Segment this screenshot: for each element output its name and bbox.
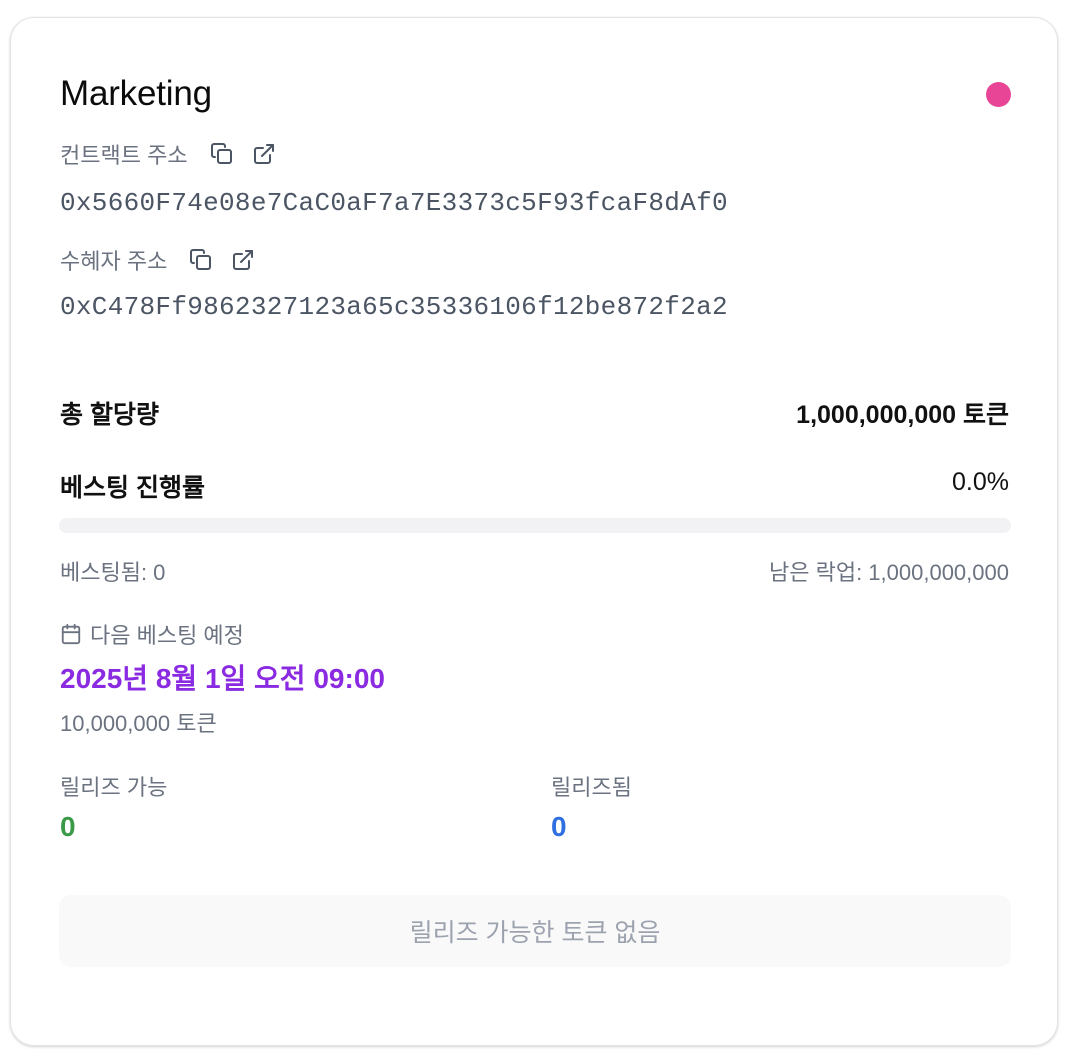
released-label: 릴리즈됨 (551, 775, 632, 800)
vested-amount: 베스팅됨: 0 (60, 560, 166, 585)
released-value: 0 (551, 811, 567, 842)
external-link-icon[interactable] (250, 140, 278, 168)
beneficiary-address-label: 수혜자 주소 (60, 249, 168, 274)
total-allocation-value: 1,000,000,000 토큰 (796, 401, 1009, 429)
beneficiary-address-header: 수혜자 주소 (60, 244, 257, 276)
next-vesting-header: 다음 베스팅 예정 (60, 618, 244, 650)
vesting-card: Marketing 컨트랙트 주소 0x5660F74e08e7CaC0aF7a… (10, 17, 1058, 1046)
total-allocation-label: 총 할당량 (60, 401, 159, 429)
contract-address-value: 0x5660F74e08e7CaC0aF7a7E3373c5F93fcaF8dA… (60, 188, 728, 218)
contract-address-label: 컨트랙트 주소 (60, 143, 188, 168)
next-vesting-label: 다음 베스팅 예정 (90, 623, 244, 648)
vesting-progress-percent: 0.0% (952, 468, 1009, 496)
status-dot (986, 82, 1011, 107)
vesting-progress-bar (59, 518, 1011, 533)
beneficiary-address-value: 0xC478Ff9862327123a65c35336106f12be872f2… (60, 292, 728, 322)
next-vesting-amount: 10,000,000 토큰 (60, 711, 217, 736)
copy-icon[interactable] (187, 246, 215, 274)
copy-icon[interactable] (208, 140, 236, 168)
external-link-icon[interactable] (229, 246, 257, 274)
contract-address-header: 컨트랙트 주소 (60, 138, 278, 170)
release-tokens-button[interactable]: 릴리즈 가능한 토큰 없음 (59, 895, 1011, 967)
releasable-value: 0 (60, 811, 76, 842)
vesting-progress-label: 베스팅 진행률 (60, 474, 205, 502)
card-title: Marketing (60, 74, 212, 113)
releasable-label: 릴리즈 가능 (60, 775, 168, 800)
locked-remaining: 남은 락업: 1,000,000,000 (769, 560, 1009, 585)
next-vesting-date: 2025년 8월 1일 오전 09:00 (60, 663, 385, 694)
calendar-icon (60, 623, 82, 645)
